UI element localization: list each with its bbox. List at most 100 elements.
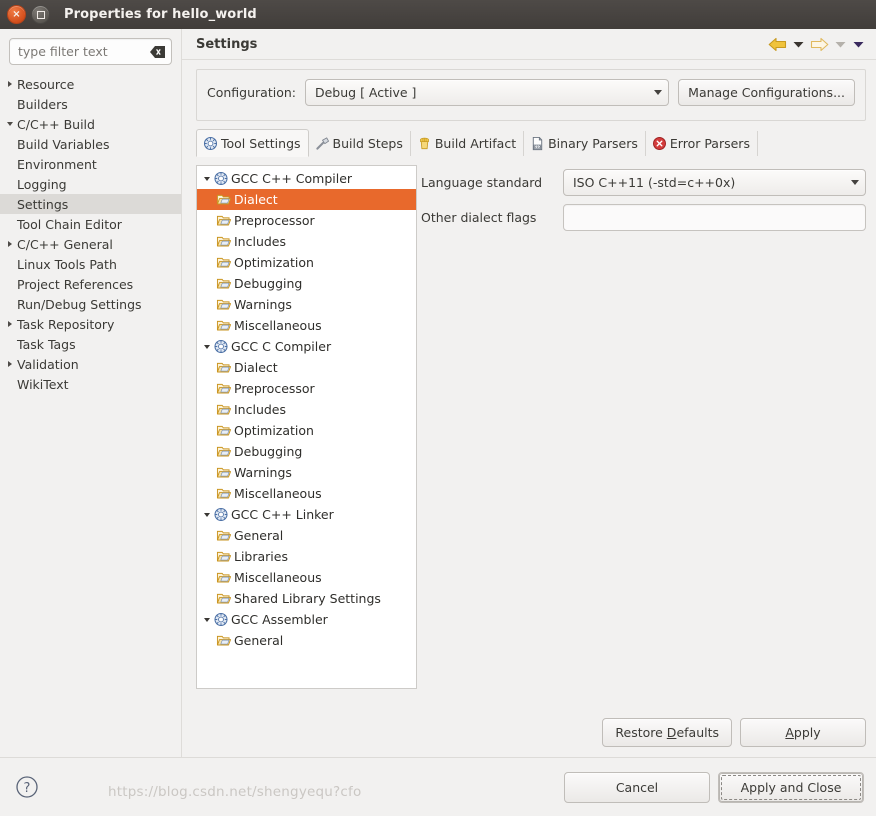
tool-tree-item-warnings[interactable]: Warnings xyxy=(197,462,416,483)
search-input[interactable] xyxy=(18,44,146,59)
main-content: Configuration: Debug [ Active ] Manage C… xyxy=(182,60,876,718)
help-icon[interactable]: ? xyxy=(14,774,40,800)
sidebar-item-run-debug-settings[interactable]: Run/Debug Settings xyxy=(0,294,181,314)
tool-tree-item-miscellaneous[interactable]: Miscellaneous xyxy=(197,315,416,336)
tool-tree-item-debugging[interactable]: Debugging xyxy=(197,441,416,462)
tool-tree-item-includes[interactable]: Includes xyxy=(197,399,416,420)
svg-text:?: ? xyxy=(24,781,31,796)
forward-menu-chevron-down-icon[interactable] xyxy=(832,33,848,55)
dialog-body: Resource Builders C/C++ Build Build Variabl… xyxy=(0,29,876,757)
sidebar-item-resource[interactable]: Resource xyxy=(0,74,181,94)
settings-tree[interactable]: Resource Builders C/C++ Build Build Variabl… xyxy=(0,74,181,394)
sidebar-item-wikitext[interactable]: WikiText xyxy=(0,374,181,394)
tool-tree-item-dialect[interactable]: Dialect xyxy=(197,357,416,378)
tab-build-steps[interactable]: Build Steps xyxy=(309,131,411,156)
sidebar-item-task-repository[interactable]: Task Repository xyxy=(0,314,181,334)
sidebar-item-project-references[interactable]: Project References xyxy=(0,274,181,294)
folder-icon xyxy=(216,444,234,459)
tool-tree-item-miscellaneous[interactable]: Miscellaneous xyxy=(197,567,416,588)
other-dialect-flags-input[interactable] xyxy=(563,204,866,231)
window-title-bar: × Properties for hello_world xyxy=(0,0,876,29)
maximize-icon[interactable] xyxy=(31,5,50,24)
twisty[interactable] xyxy=(200,512,213,517)
tool-tree-item-gcc-assembler[interactable]: GCC Assembler xyxy=(197,609,416,630)
twisty[interactable] xyxy=(200,617,213,622)
sidebar-item-label: Environment xyxy=(17,156,97,172)
tool-tree-item-includes[interactable]: Includes xyxy=(197,231,416,252)
chevron-down-icon xyxy=(203,512,210,517)
tool-tree-item-general[interactable]: General xyxy=(197,525,416,546)
error-icon xyxy=(652,136,667,151)
tab-build-artifact[interactable]: Build Artifact xyxy=(411,131,525,156)
sidebar-item-builders[interactable]: Builders xyxy=(0,94,181,114)
sidebar-item-logging[interactable]: Logging xyxy=(0,174,181,194)
sidebar-item-label: Logging xyxy=(17,176,67,192)
tool-tree-item-gcc-c++-compiler[interactable]: GCC C++ Compiler xyxy=(197,168,416,189)
tool-tree-item-miscellaneous[interactable]: Miscellaneous xyxy=(197,483,416,504)
main-header: Settings xyxy=(182,29,876,59)
main-panel: Settings Configuration: Debug [Active]… xyxy=(182,29,876,757)
twisty[interactable] xyxy=(4,241,16,247)
restore-defaults-button[interactable]: Restore Defaults xyxy=(602,718,732,747)
settings-tabs[interactable]: Tool Settings Build Steps Build Artifact 01… xyxy=(196,129,866,157)
filter-box[interactable] xyxy=(9,38,172,65)
language-standard-label: Language standard xyxy=(421,175,543,190)
tab-label: Build Steps xyxy=(332,136,403,151)
tool-tree-item-general[interactable]: General xyxy=(197,630,416,651)
close-icon[interactable]: × xyxy=(7,5,26,24)
tool-tree-item-libraries[interactable]: Libraries xyxy=(197,546,416,567)
sidebar-item-environment[interactable]: Environment xyxy=(0,154,181,174)
configuration-select[interactable]: Debug [ Active ] xyxy=(304,79,670,106)
language-standard-value: ISO C++11 (-std=c++0x) xyxy=(573,175,736,190)
twisty[interactable] xyxy=(4,81,16,87)
language-standard-select[interactable]: ISO C++11 (-std=c++0x) xyxy=(563,169,866,196)
sidebar-item-settings[interactable]: Settings xyxy=(0,194,181,214)
tab-tool-settings[interactable]: Tool Settings xyxy=(196,129,309,157)
sidebar-item-label: Linux Tools Path xyxy=(17,256,117,272)
sidebar-item-linux-tools-path[interactable]: Linux Tools Path xyxy=(0,254,181,274)
sidebar-item-label: Task Tags xyxy=(17,336,76,352)
tool-tree-item-optimization[interactable]: Optimization xyxy=(197,420,416,441)
tool-tree-item-gcc-c-compiler[interactable]: GCC C Compiler xyxy=(197,336,416,357)
tool-tree-item-label: Miscellaneous xyxy=(234,486,322,501)
sidebar-item-build-variables[interactable]: Build Variables xyxy=(0,134,181,154)
sidebar-item-validation[interactable]: Validation xyxy=(0,354,181,374)
apply-button[interactable]: Apply xyxy=(740,718,866,747)
tool-tree-item-dialect[interactable]: Dialect xyxy=(197,189,416,210)
tool-tree-item-optimization[interactable]: Optimization xyxy=(197,252,416,273)
tab-binary-parsers[interactable]: 010 Binary Parsers xyxy=(524,131,646,156)
twisty[interactable] xyxy=(200,176,213,181)
sidebar-item-tool-chain-editor[interactable]: Tool Chain Editor xyxy=(0,214,181,234)
apply-tail: pply xyxy=(793,725,821,740)
tool-tree-item-gcc-c++-linker[interactable]: GCC C++ Linker xyxy=(197,504,416,525)
tool-tree-item-shared-library-settings[interactable]: Shared Library Settings xyxy=(197,588,416,609)
forward-arrow-icon[interactable] xyxy=(808,33,830,55)
tab-error-parsers[interactable]: Error Parsers xyxy=(646,131,758,156)
tool-tree[interactable]: GCC C++ Compiler Dialect Preprocessor Inclu… xyxy=(196,165,417,689)
tool-tree-item-debugging[interactable]: Debugging xyxy=(197,273,416,294)
apply-and-close-button[interactable]: Apply and Close xyxy=(718,771,864,803)
chevron-down-icon xyxy=(7,122,13,126)
sidebar-item-label: WikiText xyxy=(17,376,69,392)
back-menu-chevron-down-icon[interactable] xyxy=(790,33,806,55)
tool-tree-item-warnings[interactable]: Warnings xyxy=(197,294,416,315)
twisty[interactable] xyxy=(4,321,16,327)
twisty[interactable] xyxy=(4,122,16,126)
twisty[interactable] xyxy=(200,344,213,349)
history-menu-chevron-down-icon[interactable] xyxy=(850,33,866,55)
chevron-down-icon xyxy=(203,617,210,622)
configuration-label: Configuration: xyxy=(207,85,296,100)
back-arrow-icon[interactable] xyxy=(766,33,788,55)
manage-configurations-button[interactable]: Manage Configurations... xyxy=(678,79,855,106)
tool-tree-item-label: GCC C Compiler xyxy=(231,339,332,354)
tool-tree-item-preprocessor[interactable]: Preprocessor xyxy=(197,378,416,399)
cancel-button[interactable]: Cancel xyxy=(564,771,710,803)
sidebar-item-task-tags[interactable]: Task Tags xyxy=(0,334,181,354)
clear-icon[interactable] xyxy=(150,45,165,58)
twisty[interactable] xyxy=(4,361,16,367)
folder-icon xyxy=(216,633,234,648)
sidebar-item-c-c-build[interactable]: C/C++ Build xyxy=(0,114,181,134)
sidebar-item-c-c-general[interactable]: C/C++ General xyxy=(0,234,181,254)
tool-tree-item-preprocessor[interactable]: Preprocessor xyxy=(197,210,416,231)
other-dialect-flags-label: Other dialect flags xyxy=(421,210,537,225)
